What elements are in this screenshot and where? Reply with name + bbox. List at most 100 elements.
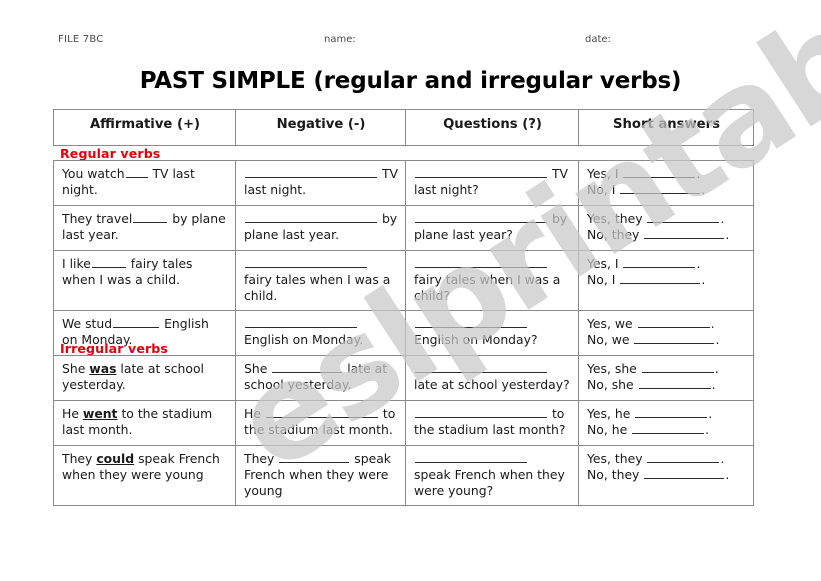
cell-short-answer[interactable]: Yes, they . No, they . [578,205,754,251]
cell-short-answer[interactable]: Yes, they . No, they . [578,445,754,506]
cell-negative[interactable]: He to the stadium last month. [235,400,406,446]
no-prefix: No, they [587,226,644,242]
cell-short-answer[interactable]: Yes, I . No, I . [578,160,754,206]
cell-negative[interactable]: TV last night. [235,160,406,206]
cell-question[interactable]: to the stadium last month? [405,400,579,446]
date-label: date: [585,34,611,45]
cell-affirmative[interactable]: You watch TV last night. [53,160,236,206]
affirmative-text-pre: They travel [62,211,133,226]
yes-suffix: . [696,256,701,271]
table-regular-verbs: You watch TV last night. TV last night. … [53,160,754,356]
table-row: He went to the stadium last month. He to… [53,400,754,446]
page-title: PAST SIMPLE (regular and irregular verbs… [139,68,682,94]
no-suffix: . [705,421,710,437]
no-prefix: No, I [587,181,620,197]
cell-short-answer[interactable]: Yes, we . No, we . [578,309,754,356]
cell-short-answer[interactable]: Yes, he . No, he . [578,400,754,446]
cell-negative[interactable]: English on Monday. [235,309,406,356]
answer-blank[interactable] [415,257,547,268]
no-suffix: . [701,181,706,197]
cell-affirmative[interactable]: They could speak French when they were y… [53,445,236,506]
cell-affirmative[interactable]: She was late at school yesterday. [53,355,236,401]
answer-blank[interactable] [415,407,547,418]
yes-suffix: . [714,361,719,376]
affirmative-text-pre: He [62,406,83,421]
no-suffix: . [725,466,730,482]
answer-blank[interactable] [634,332,715,344]
no-suffix: . [701,271,706,287]
answer-blank[interactable] [245,167,377,178]
yes-suffix: . [720,451,725,466]
negative-text-pre: They [244,451,279,466]
answer-blank[interactable] [245,212,377,223]
worksheet-page: FILE 7BC name: date: PAST SIMPLE (regula… [0,0,821,581]
file-label: FILE 7BC [58,34,104,45]
yes-prefix: Yes, I [587,166,623,181]
short-answer-yes: Yes, she . [587,361,746,377]
table-header-row: Affirmative (+) Negative (-) Questions (… [53,109,754,146]
short-answer-yes: Yes, they . [587,211,746,227]
cell-negative[interactable]: They speak French when they were young [235,445,406,506]
answer-blank[interactable] [245,257,367,268]
cell-affirmative[interactable]: They travel by plane last year. [53,205,236,251]
answer-blank[interactable] [415,452,527,463]
answer-blank[interactable] [415,362,547,373]
section-label-irregular: Irregular verbs [60,341,169,356]
short-answer-no: No, they . [587,467,746,483]
affirmative-text-pre: I like [62,256,91,271]
column-header-affirmative: Affirmative (+) [53,109,236,146]
cell-question[interactable]: English on Monday? [405,309,579,356]
cell-negative[interactable]: by plane last year. [235,205,406,251]
answer-blank[interactable] [635,407,708,418]
no-prefix: No, I [587,271,620,287]
answer-blank[interactable] [279,452,350,463]
answer-blank[interactable] [91,257,126,268]
cell-short-answer[interactable]: Yes, I . No, I . [578,250,754,311]
short-answer-no: No, I . [587,182,746,198]
no-prefix: No, they [587,466,644,482]
answer-blank[interactable] [623,257,696,268]
answer-blank[interactable] [415,212,547,223]
answer-blank[interactable] [272,362,343,373]
answer-blank[interactable] [641,362,714,373]
answer-blank[interactable] [647,452,720,463]
question-text-post: English on Monday? [414,331,538,347]
answer-blank[interactable] [638,377,711,389]
answer-blank[interactable] [125,167,148,178]
question-text-post: fairy tales when I was a child? [414,271,561,303]
question-text-post: late at school yesterday? [414,376,570,392]
section-label-regular: Regular verbs [60,146,161,161]
cell-negative[interactable]: She late at school yesterday. [235,355,406,401]
answer-blank[interactable] [620,272,701,284]
cell-negative[interactable]: fairy tales when I was a child. [235,250,406,311]
answer-blank[interactable] [632,422,705,434]
cell-question[interactable]: by plane last year? [405,205,579,251]
answer-blank[interactable] [245,316,357,328]
column-header-short-answers: Short answers [578,109,754,146]
cell-question[interactable]: fairy tales when I was a child? [405,250,579,311]
cell-affirmative[interactable]: I like fairy tales when I was a child. [53,250,236,311]
answer-blank[interactable] [415,316,527,328]
short-answer-no: No, they . [587,227,746,243]
short-answer-no: No, we . [587,332,746,348]
answer-blank[interactable] [133,212,168,223]
short-answer-no: No, I . [587,272,746,288]
answer-blank[interactable] [644,467,725,479]
affirmative-text-pre: She [62,361,90,376]
cell-question[interactable]: TV last night? [405,160,579,206]
cell-question[interactable]: late at school yesterday? [405,355,579,401]
answer-blank[interactable] [644,227,725,239]
yes-prefix: Yes, he [587,406,635,421]
cell-short-answer[interactable]: Yes, she . No, she . [578,355,754,401]
yes-suffix: . [708,406,713,421]
cell-affirmative[interactable]: He went to the stadium last month. [53,400,236,446]
answer-blank[interactable] [415,167,547,178]
answer-blank[interactable] [265,407,378,418]
cell-question[interactable]: speak French when they were young? [405,445,579,506]
answer-blank[interactable] [647,212,720,223]
answer-blank[interactable] [113,316,160,328]
answer-blank[interactable] [637,316,710,328]
answer-blank[interactable] [620,182,701,194]
table-row: You watch TV last night. TV last night. … [53,160,754,206]
answer-blank[interactable] [623,167,696,178]
